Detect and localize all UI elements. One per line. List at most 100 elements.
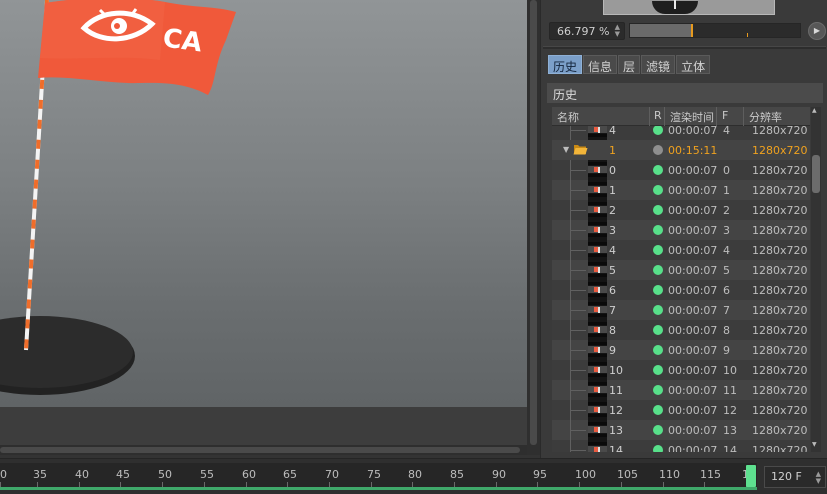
row-render-time: 00:00:07 <box>668 444 718 452</box>
tree-line <box>570 410 586 411</box>
row-render-time: 00:00:07 <box>668 324 718 337</box>
history-row[interactable]: 1 00:00:07 1 1280x720 <box>552 180 810 200</box>
triangle-down-icon[interactable]: ▼ <box>563 145 569 154</box>
history-vertical-scrollbar[interactable]: ▲ ▼ <box>811 107 821 452</box>
zoom-slider[interactable] <box>629 23 801 38</box>
row-name: 8 <box>609 324 616 337</box>
history-row[interactable]: 12 00:00:07 12 1280x720 <box>552 400 810 420</box>
row-resolution: 1280x720 <box>752 324 808 337</box>
timeline: 0 35 40 45 50 55 60 65 70 75 80 85 90 95 100 105 110 115 1… <box>0 458 827 494</box>
row-frame: 14 <box>723 444 737 452</box>
row-name: 5 <box>609 264 616 277</box>
timeline-playhead[interactable] <box>746 465 756 487</box>
timeline-range-bar <box>0 487 757 490</box>
status-dot-icon <box>653 165 663 175</box>
frame-thumbnail <box>588 280 607 300</box>
panel-divider[interactable] <box>543 46 826 49</box>
timeline-tick-label: 65 <box>283 468 297 481</box>
tab-0[interactable]: 历史 <box>548 55 583 74</box>
section-title: 历史 <box>547 83 823 103</box>
row-name: 4 <box>609 244 616 257</box>
row-render-time: 00:15:11 <box>668 144 718 157</box>
row-name: 10 <box>609 364 623 377</box>
history-row[interactable]: 5 00:00:07 5 1280x720 <box>552 260 810 280</box>
end-frame-input[interactable]: 120 F ▲ ▼ <box>764 466 826 488</box>
picture-viewer-panel: 66.797 % ▲ ▼ ▶ 历史 信息层滤镜 立体 历史 4 00:00:07 4 128… <box>540 0 827 458</box>
frame-thumbnail <box>588 440 607 452</box>
viewport-horizontal-scrollbar[interactable] <box>0 445 527 455</box>
timeline-tick-label: 40 <box>75 468 89 481</box>
zoom-input[interactable]: 66.797 % ▲ ▼ <box>549 22 625 40</box>
timeline-tick-label: 80 <box>408 468 422 481</box>
viewport-vertical-scrollbar[interactable] <box>527 0 540 455</box>
render-viewport[interactable]: CA <box>0 0 527 407</box>
status-dot-icon <box>653 145 663 155</box>
timeline-tick-label: 110 <box>659 468 680 481</box>
scroll-down-icon[interactable]: ▼ <box>812 441 817 448</box>
status-dot-icon <box>653 425 663 435</box>
tree-line <box>570 370 586 371</box>
timeline-ruler[interactable]: 0354045505560657075808590951001051101151 <box>0 463 757 487</box>
row-frame: 9 <box>723 344 730 357</box>
row-resolution: 1280x720 <box>752 144 808 157</box>
column-header-render-time[interactable]: 渲染时间 <box>665 107 717 126</box>
status-dot-icon <box>653 265 663 275</box>
history-row[interactable]: 13 00:00:07 13 1280x720 <box>552 420 810 440</box>
spinner-arrows-icon[interactable]: ▲ ▼ <box>615 24 620 38</box>
zoom-slider-handle[interactable] <box>691 24 693 37</box>
history-row[interactable]: 11 00:00:07 11 1280x720 <box>552 380 810 400</box>
history-row[interactable]: 3 00:00:07 3 1280x720 <box>552 220 810 240</box>
tab-3[interactable]: 滤镜 <box>641 55 676 74</box>
status-dot-icon <box>653 285 663 295</box>
scrollbar-thumb[interactable] <box>812 155 820 193</box>
row-render-time: 00:00:07 <box>668 184 718 197</box>
history-row[interactable]: 0 00:00:07 0 1280x720 <box>552 160 810 180</box>
folder-open-icon <box>573 145 588 155</box>
row-name: 14 <box>609 444 623 452</box>
column-header-name[interactable]: 名称 <box>552 107 650 126</box>
scrollbar-thumb[interactable] <box>0 447 520 453</box>
row-render-time: 00:00:07 <box>668 344 718 357</box>
history-row[interactable]: 8 00:00:07 8 1280x720 <box>552 320 810 340</box>
tab-1[interactable]: 信息 <box>583 55 618 74</box>
row-frame: 10 <box>723 364 737 377</box>
tab-4[interactable]: 立体 <box>676 55 711 74</box>
history-row[interactable]: 9 00:00:07 9 1280x720 <box>552 340 810 360</box>
tab-2[interactable]: 层 <box>618 55 641 74</box>
column-header-r[interactable]: R <box>650 107 665 126</box>
tree-line <box>570 310 586 311</box>
tree-line <box>570 430 586 431</box>
row-render-time: 00:00:07 <box>668 364 718 377</box>
row-render-time: 00:00:07 <box>668 304 718 317</box>
scrollbar-thumb[interactable] <box>530 0 537 445</box>
column-header-resolution[interactable]: 分辨率 <box>744 107 802 126</box>
scroll-up-icon[interactable]: ▲ <box>812 107 817 114</box>
tree-line <box>570 170 586 171</box>
zoom-slider-tick <box>747 33 748 37</box>
row-render-time: 00:00:07 <box>668 224 718 237</box>
frame-thumbnail <box>588 400 607 420</box>
zoom-value: 66.797 % <box>557 25 610 38</box>
scene-render: CA <box>0 0 236 395</box>
spinner-arrows-icon[interactable]: ▲ ▼ <box>816 471 821 485</box>
row-resolution: 1280x720 <box>752 364 808 377</box>
row-resolution: 1280x720 <box>752 244 808 257</box>
column-header-frame[interactable]: F <box>717 107 744 126</box>
tree-line <box>570 130 586 131</box>
table-header: 名称 R 渲染时间 F 分辨率 <box>552 107 810 126</box>
history-row[interactable]: 6 00:00:07 6 1280x720 <box>552 280 810 300</box>
timeline-tick-label: 85 <box>450 468 464 481</box>
panel-tabs: 历史 信息层滤镜 立体 <box>548 55 711 74</box>
row-resolution: 1280x720 <box>752 384 808 397</box>
row-resolution: 1280x720 <box>752 284 808 297</box>
history-row[interactable]: 4 00:00:07 4 1280x720 <box>552 240 810 260</box>
tree-line <box>570 390 586 391</box>
status-dot-icon <box>653 205 663 215</box>
history-row[interactable]: 2 00:00:07 2 1280x720 <box>552 200 810 220</box>
play-icon[interactable]: ▶ <box>808 22 826 40</box>
navigator-preview[interactable] <box>603 0 775 15</box>
history-folder-row[interactable]: ▼ 1 00:15:11 1280x720 <box>552 140 810 160</box>
history-row[interactable]: 10 00:00:07 10 1280x720 <box>552 360 810 380</box>
history-row[interactable]: 14 00:00:07 14 1280x720 <box>552 440 810 452</box>
history-row[interactable]: 7 00:00:07 7 1280x720 <box>552 300 810 320</box>
